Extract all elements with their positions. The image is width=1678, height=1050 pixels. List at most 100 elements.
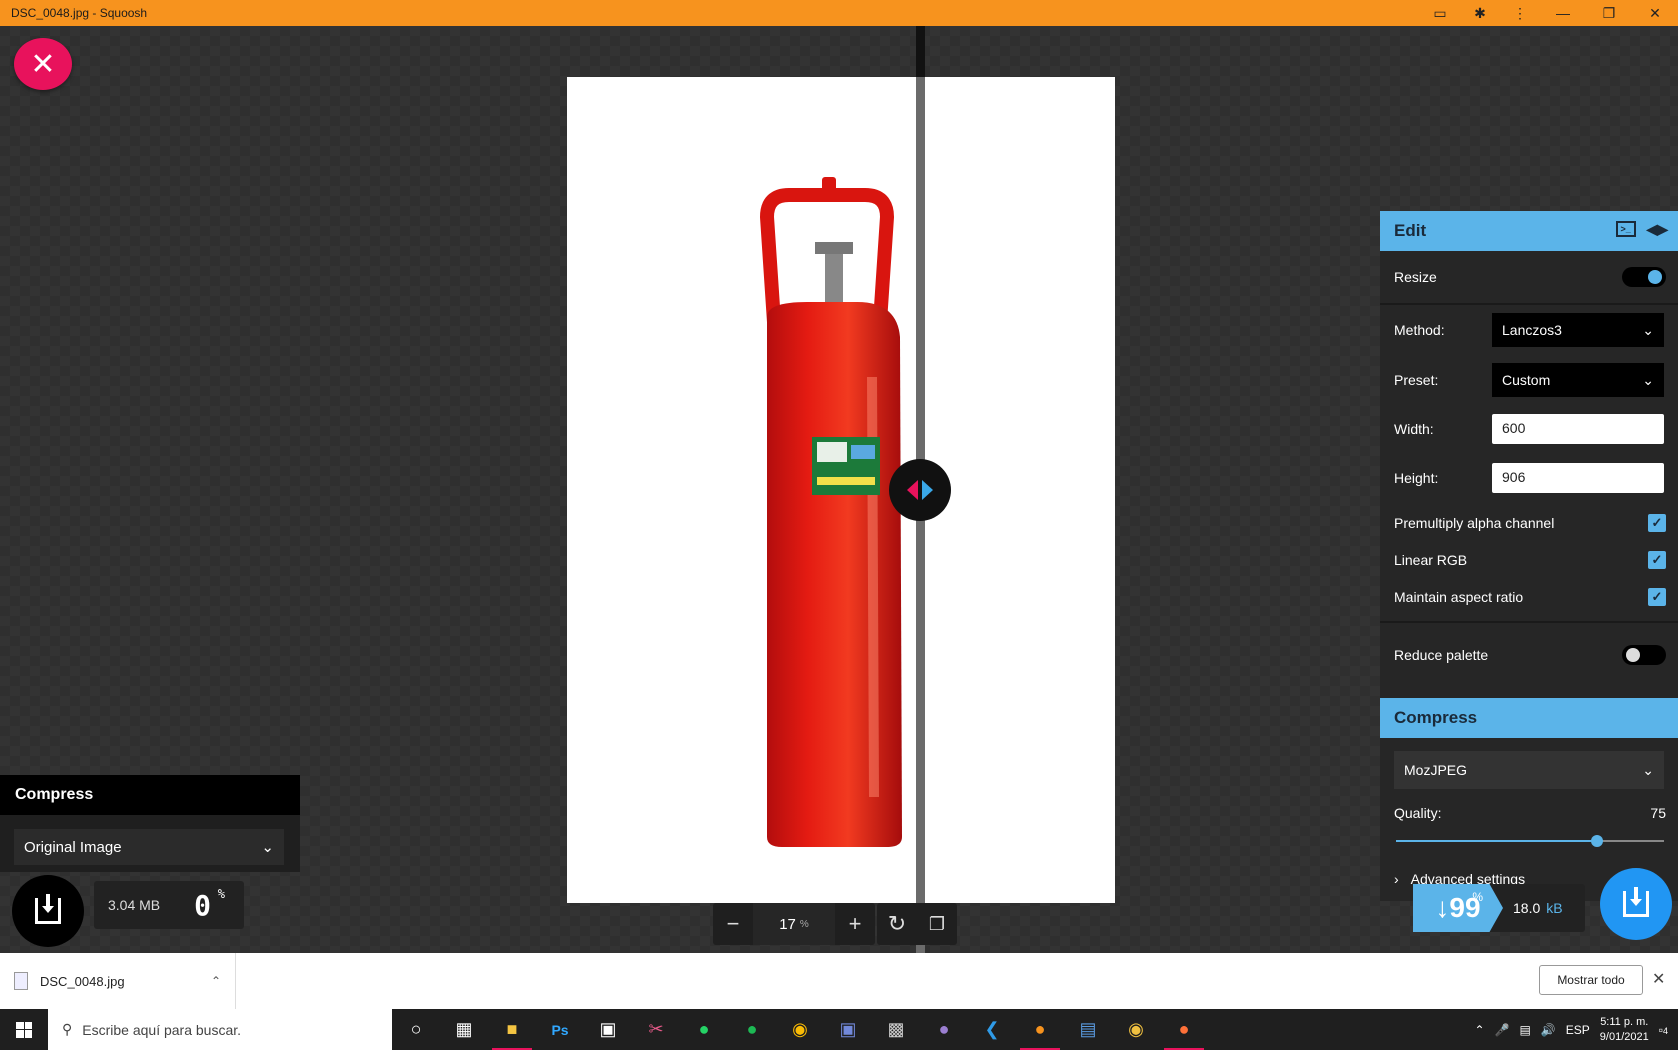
- reduce-palette-label: Reduce palette: [1394, 647, 1489, 663]
- github-icon[interactable]: ●: [920, 1009, 968, 1050]
- zoom-number: 17: [779, 915, 796, 933]
- zoom-unit: %: [799, 918, 809, 930]
- downloads-bar: DSC_0048.jpg ⌃ Mostrar todo ✕: [0, 953, 1678, 1009]
- zoom-value[interactable]: 17 %: [753, 903, 835, 945]
- vscode-icon[interactable]: ❮: [968, 1009, 1016, 1050]
- gas-cylinder-image: [759, 177, 902, 847]
- preset-select[interactable]: Custom ⌄: [1492, 363, 1664, 397]
- photoshop-icon[interactable]: Ps: [536, 1009, 584, 1050]
- aspect-row: Maintain aspect ratio ✓: [1380, 579, 1678, 615]
- system-tray: ⌃ 🎤 ▤ 🔊 ESP 5:11 p. m. 9/01/2021 ▫4: [1474, 1009, 1678, 1050]
- language-indicator[interactable]: ESP: [1566, 1023, 1590, 1037]
- paint-icon[interactable]: ◉: [1112, 1009, 1160, 1050]
- quality-value: 75: [1650, 805, 1666, 821]
- reduce-palette-toggle[interactable]: [1622, 645, 1666, 665]
- zoom-in-button[interactable]: +: [835, 903, 875, 945]
- codec-value: MozJPEG: [1404, 762, 1468, 778]
- network-app-icon[interactable]: ▤: [1064, 1009, 1112, 1050]
- width-row: Width: 600: [1380, 407, 1678, 451]
- store-icon[interactable]: ▣: [584, 1009, 632, 1050]
- compressed-result-info: ↓99% 18.0 kB: [1413, 884, 1585, 932]
- result-percent-unit: %: [1472, 890, 1483, 904]
- width-label: Width:: [1394, 421, 1434, 437]
- restore-button[interactable]: ❐: [1586, 0, 1632, 26]
- spotify-icon[interactable]: ●: [728, 1009, 776, 1050]
- more-menu-icon[interactable]: ⋮: [1500, 0, 1540, 26]
- quality-slider-thumb[interactable]: [1591, 835, 1603, 847]
- clipboard-icon[interactable]: ▭: [1420, 0, 1460, 26]
- cortana-icon[interactable]: ○: [392, 1009, 440, 1050]
- quality-slider-fill: [1396, 840, 1597, 842]
- compress-header: Compress: [1380, 698, 1678, 738]
- zoom-out-button[interactable]: −: [713, 903, 753, 945]
- original-percent-unit: %: [217, 886, 225, 901]
- aspect-label: Maintain aspect ratio: [1394, 589, 1524, 605]
- result-size-value: 18.0: [1513, 900, 1541, 916]
- download-item[interactable]: DSC_0048.jpg ⌃: [14, 953, 236, 1009]
- arrow-right-icon: [922, 480, 933, 500]
- terminal-app-icon[interactable]: ▩: [872, 1009, 920, 1050]
- snip-icon[interactable]: ✂: [632, 1009, 680, 1050]
- chevron-up-icon[interactable]: ⌃: [1474, 1023, 1484, 1037]
- network-icon[interactable]: ▤: [1519, 1023, 1530, 1037]
- start-button[interactable]: [0, 1009, 48, 1050]
- chevron-down-icon: ⌄: [261, 839, 274, 856]
- squoosh-app-icon[interactable]: ●: [1016, 1009, 1064, 1050]
- method-label: Method:: [1394, 322, 1445, 338]
- rotate-button[interactable]: ↻: [877, 903, 917, 945]
- swap-sides-icon[interactable]: ◀▶: [1646, 221, 1668, 238]
- premultiply-checkbox[interactable]: ✓: [1648, 514, 1666, 532]
- quality-row: Quality: 75: [1380, 796, 1678, 830]
- chevron-down-icon: ⌄: [1642, 321, 1654, 338]
- extensions-icon[interactable]: ✱: [1460, 0, 1500, 26]
- volume-icon[interactable]: 🔊: [1541, 1023, 1556, 1037]
- linear-rgb-checkbox[interactable]: ✓: [1648, 551, 1666, 569]
- microphone-icon[interactable]: 🎤: [1495, 1023, 1510, 1037]
- resize-toggle[interactable]: [1622, 267, 1666, 287]
- discord-icon[interactable]: ▣: [824, 1009, 872, 1050]
- chrome-icon[interactable]: ◉: [776, 1009, 824, 1050]
- chevron-up-icon[interactable]: ⌃: [211, 974, 221, 988]
- quality-label: Quality:: [1394, 805, 1442, 821]
- close-image-button[interactable]: ✕: [14, 38, 72, 90]
- image-canvas[interactable]: [567, 77, 1115, 903]
- notifications-icon[interactable]: ▫4: [1659, 1023, 1668, 1037]
- left-codec-value: Original Image: [24, 838, 122, 856]
- download-file-name: DSC_0048.jpg: [40, 973, 125, 989]
- clock-time: 5:11 p. m.: [1600, 1015, 1649, 1028]
- original-percent-value: 0: [194, 888, 211, 922]
- title-bar: DSC_0048.jpg - Squoosh ▭ ✱ ⋮ — ❐ ✕: [0, 0, 1678, 26]
- height-input[interactable]: 906: [1492, 463, 1664, 493]
- download-original-button[interactable]: [12, 875, 84, 947]
- method-value: Lanczos3: [1502, 322, 1562, 338]
- right-settings-panel: Edit >_ ◀▶ Resize Method: Lanczos3 ⌄ Pre…: [1380, 211, 1678, 901]
- download-compressed-button[interactable]: [1600, 868, 1672, 940]
- quality-slider[interactable]: [1396, 835, 1664, 847]
- show-all-button[interactable]: Mostrar todo: [1539, 965, 1643, 995]
- original-size: 3.04 MB: [108, 897, 161, 913]
- terminal-icon[interactable]: >_: [1616, 221, 1637, 237]
- preset-row: Preset: Custom ⌄: [1380, 357, 1678, 403]
- width-input[interactable]: 600: [1492, 414, 1664, 444]
- linear-rgb-label: Linear RGB: [1394, 552, 1468, 568]
- app-area: ✕ − 17 % + ↻ ❐ Compress Original Image ⌄…: [0, 26, 1678, 953]
- comparison-slider-handle[interactable]: [889, 459, 951, 521]
- method-select[interactable]: Lanczos3 ⌄: [1492, 313, 1664, 347]
- file-explorer-icon[interactable]: ■: [488, 1009, 536, 1050]
- download-icon: [35, 894, 61, 924]
- firefox-icon[interactable]: ●: [1160, 1009, 1208, 1050]
- aspect-checkbox[interactable]: ✓: [1648, 588, 1666, 606]
- codec-select[interactable]: MozJPEG ⌄: [1394, 751, 1664, 789]
- task-view-icon[interactable]: ▦: [440, 1009, 488, 1050]
- fit-view-button[interactable]: ❐: [917, 903, 957, 945]
- close-window-button[interactable]: ✕: [1632, 0, 1678, 26]
- whatsapp-icon[interactable]: ●: [680, 1009, 728, 1050]
- close-downloads-icon[interactable]: ✕: [1652, 969, 1665, 989]
- resize-label: Resize: [1394, 269, 1437, 285]
- left-codec-select[interactable]: Original Image ⌄: [14, 829, 284, 865]
- clock[interactable]: 5:11 p. m. 9/01/2021: [1600, 1015, 1649, 1045]
- taskbar-search[interactable]: ⚲ Escribe aquí para buscar.: [48, 1009, 392, 1050]
- minimize-button[interactable]: —: [1540, 0, 1586, 26]
- result-size-unit: kB: [1546, 900, 1563, 916]
- result-size: 18.0 kB: [1503, 900, 1563, 916]
